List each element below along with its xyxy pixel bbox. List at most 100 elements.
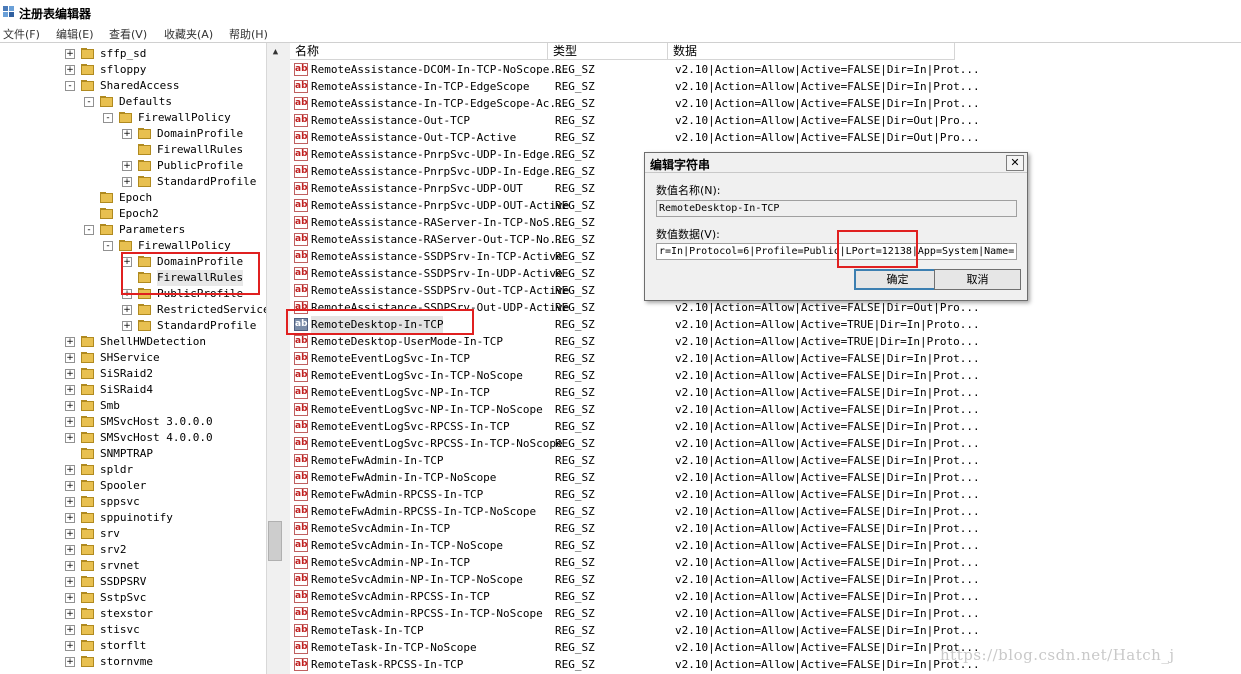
tree-item[interactable]: + srv — [0, 526, 266, 542]
tree-item[interactable]: + SMSvcHost 3.0.0.0 — [0, 414, 266, 430]
tree-item[interactable]: + stornvme — [0, 654, 266, 670]
value-row[interactable]: ab RemoteAssistance-DCOM-In-TCP-NoScope..… — [290, 61, 1241, 78]
value-row[interactable]: ab RemoteFwAdmin-In-TCP REG_SZ v2.10|Action… — [290, 452, 1241, 469]
expand-icon[interactable]: + — [65, 625, 75, 635]
expand-icon[interactable]: + — [65, 337, 75, 347]
menu-edit[interactable]: 编辑(E) — [56, 26, 94, 42]
value-name-field[interactable]: RemoteDesktop-In-TCP — [656, 200, 1017, 217]
value-row[interactable]: ab RemoteEventLogSvc-RPCSS-In-TCP-NoScope… — [290, 435, 1241, 452]
expand-icon[interactable]: + — [65, 433, 75, 443]
tree-item[interactable]: + stexstor — [0, 606, 266, 622]
value-row[interactable]: ab RemoteEventLogSvc-In-TCP-NoScope REG_SZ… — [290, 367, 1241, 384]
tree-item[interactable]: + DomainProfile — [0, 126, 266, 142]
tree-item[interactable]: + sppuinotify — [0, 510, 266, 526]
expand-icon[interactable]: + — [65, 561, 75, 571]
tree-item[interactable]: + spldr — [0, 462, 266, 478]
tree-item[interactable]: + srvnet — [0, 558, 266, 574]
value-row[interactable]: ab RemoteAssistance-Out-TCP REG_SZ v2.10|Ac… — [290, 112, 1241, 129]
tree-item[interactable]: + StandardProfile — [0, 174, 266, 190]
tree-item[interactable]: + PublicProfile — [0, 158, 266, 174]
tree-item[interactable]: + SiSRaid4 — [0, 382, 266, 398]
value-row[interactable]: ab RemoteAssistance-In-TCP-EdgeScope REG_S… — [290, 78, 1241, 95]
expand-icon[interactable]: + — [122, 305, 132, 315]
tree-item[interactable]: SNMPTRAP — [0, 446, 266, 462]
tree-item[interactable]: Epoch — [0, 190, 266, 206]
expand-icon[interactable]: + — [122, 321, 132, 331]
tree-item[interactable]: Epoch2 — [0, 206, 266, 222]
expand-icon[interactable]: + — [122, 129, 132, 139]
ok-button[interactable]: 确定 — [854, 269, 941, 290]
column-header-name[interactable]: 名称 — [290, 43, 548, 60]
tree-item[interactable]: + stisvc — [0, 622, 266, 638]
tree-item[interactable]: - SharedAccess — [0, 78, 266, 94]
expand-icon[interactable]: + — [65, 465, 75, 475]
collapse-icon[interactable]: - — [65, 81, 75, 91]
collapse-icon[interactable]: - — [84, 225, 94, 235]
value-row[interactable]: ab RemoteSvcAdmin-RPCSS-In-TCP REG_SZ v2.10… — [290, 588, 1241, 605]
collapse-icon[interactable]: - — [84, 97, 94, 107]
tree-item[interactable]: + Smb — [0, 398, 266, 414]
dialog-title-bar[interactable]: 编辑字符串 ✕ — [645, 153, 1027, 173]
expand-icon[interactable]: + — [65, 481, 75, 491]
tree-item[interactable]: + SstpSvc — [0, 590, 266, 606]
tree-item[interactable]: + Spooler — [0, 478, 266, 494]
tree-item[interactable]: FirewallRules — [0, 142, 266, 158]
value-row[interactable]: ab RemoteFwAdmin-In-TCP-NoScope REG_SZ v2.1… — [290, 469, 1241, 486]
value-row[interactable]: ab RemoteSvcAdmin-In-TCP-NoScope REG_SZ v2.… — [290, 537, 1241, 554]
scroll-thumb[interactable] — [268, 521, 282, 561]
tree-item[interactable]: + StandardProfile — [0, 318, 266, 334]
value-row[interactable]: ab RemoteEventLogSvc-RPCSS-In-TCP REG_SZ v2… — [290, 418, 1241, 435]
expand-icon[interactable]: + — [65, 641, 75, 651]
expand-icon[interactable]: + — [65, 385, 75, 395]
expand-icon[interactable]: + — [65, 609, 75, 619]
menu-favorites[interactable]: 收藏夹(A) — [164, 26, 213, 42]
value-row[interactable]: ab RemoteFwAdmin-RPCSS-In-TCP REG_SZ v2.10|… — [290, 486, 1241, 503]
menu-help[interactable]: 帮助(H) — [229, 26, 268, 42]
expand-icon[interactable]: + — [122, 177, 132, 187]
collapse-icon[interactable]: - — [103, 113, 113, 123]
column-header-data[interactable]: 数据 — [668, 43, 955, 60]
value-row[interactable]: ab RemoteSvcAdmin-NP-In-TCP REG_SZ v2.10|Ac… — [290, 554, 1241, 571]
value-row[interactable]: ab RemoteSvcAdmin-In-TCP REG_SZ v2.10|Actio… — [290, 520, 1241, 537]
expand-icon[interactable]: + — [65, 353, 75, 363]
expand-icon[interactable]: + — [65, 545, 75, 555]
value-row[interactable]: ab RemoteSvcAdmin-RPCSS-In-TCP-NoScope REG… — [290, 605, 1241, 622]
tree-item[interactable]: - Parameters — [0, 222, 266, 238]
value-row[interactable]: ab RemoteFwAdmin-RPCSS-In-TCP-NoScope REG_… — [290, 503, 1241, 520]
expand-icon[interactable]: + — [65, 401, 75, 411]
expand-icon[interactable]: + — [65, 513, 75, 523]
tree-scrollbar[interactable]: ▲ — [266, 43, 284, 674]
cancel-button[interactable]: 取消 — [934, 269, 1021, 290]
menu-view[interactable]: 查看(V) — [109, 26, 147, 42]
expand-icon[interactable]: + — [122, 161, 132, 171]
registry-value-list[interactable]: 名称 类型 数据 ab RemoteAssistance-DCOM-In-TCP-… — [290, 43, 1241, 674]
expand-icon[interactable]: + — [65, 657, 75, 667]
tree-item[interactable]: - Defaults — [0, 94, 266, 110]
expand-icon[interactable]: + — [65, 417, 75, 427]
value-row[interactable]: ab RemoteSvcAdmin-NP-In-TCP-NoScope REG_SZ… — [290, 571, 1241, 588]
tree-item[interactable]: + SHService — [0, 350, 266, 366]
value-row[interactable]: ab RemoteAssistance-Out-TCP-Active REG_SZ v… — [290, 129, 1241, 146]
tree-item[interactable]: + RestrictedServices — [0, 302, 266, 318]
tree-item[interactable]: + sfloppy — [0, 62, 266, 78]
expand-icon[interactable]: + — [65, 529, 75, 539]
tree-item[interactable]: + storflt — [0, 638, 266, 654]
expand-icon[interactable]: + — [65, 497, 75, 507]
tree-item[interactable]: + sffp_sd — [0, 46, 266, 62]
expand-icon[interactable]: + — [65, 49, 75, 59]
tree-item[interactable]: - FirewallPolicy — [0, 110, 266, 126]
value-row[interactable]: ab RemoteTask-In-TCP REG_SZ v2.10|Action=Al… — [290, 622, 1241, 639]
column-header-type[interactable]: 类型 — [548, 43, 668, 60]
tree-item[interactable]: + srv2 — [0, 542, 266, 558]
tree-item[interactable]: + ShellHWDetection — [0, 334, 266, 350]
close-icon[interactable]: ✕ — [1006, 155, 1024, 171]
scroll-up-arrow-icon[interactable]: ▲ — [267, 45, 284, 60]
value-row[interactable]: ab RemoteEventLogSvc-NP-In-TCP REG_SZ v2.10… — [290, 384, 1241, 401]
value-row[interactable]: ab RemoteEventLogSvc-NP-In-TCP-NoScope REG… — [290, 401, 1241, 418]
expand-icon[interactable]: + — [65, 369, 75, 379]
expand-icon[interactable]: + — [65, 577, 75, 587]
expand-icon[interactable]: + — [65, 593, 75, 603]
value-row[interactable]: ab RemoteAssistance-In-TCP-EdgeScope-Ac..… — [290, 95, 1241, 112]
expand-icon[interactable]: + — [65, 65, 75, 75]
collapse-icon[interactable]: - — [103, 241, 113, 251]
